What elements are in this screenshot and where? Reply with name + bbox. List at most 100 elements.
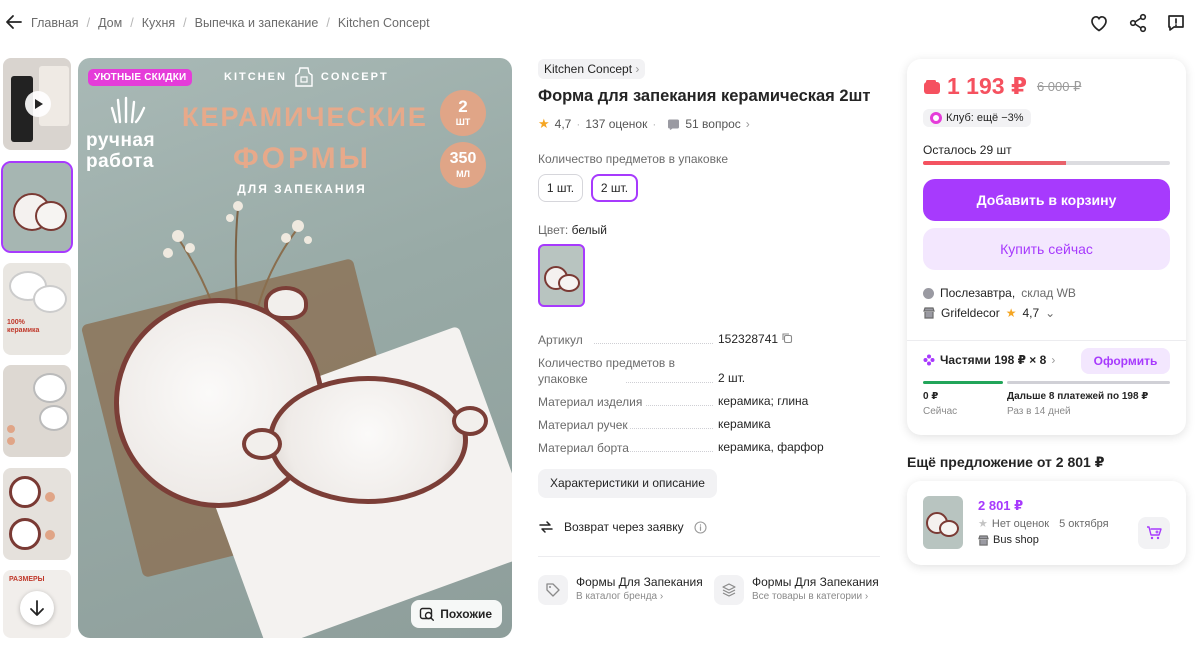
copy-icon[interactable] [781, 332, 793, 344]
club-text: Клуб: ещё −3% [946, 112, 1024, 124]
brand-link-subtitle: В каталог бренда › [576, 591, 664, 602]
divider [538, 556, 880, 557]
specs-description-button[interactable]: Характеристики и описание [538, 469, 717, 498]
qty-option[interactable]: 1 шт. [538, 174, 583, 202]
stock-bar-fill [923, 161, 1067, 165]
thumbnail-text: 100% керамика [7, 319, 40, 334]
chevron-down-icon: ⌄ [1045, 306, 1056, 320]
dot-separator: · [652, 117, 657, 131]
star-icon: ★ [1005, 306, 1017, 320]
qty-option-selected[interactable]: 2 шт. [591, 174, 638, 202]
chevron-right-icon: › [745, 117, 750, 131]
rating-row: ★ 4,7 · 137 оценок · 51 вопрос › [538, 116, 750, 132]
video-thumbnail[interactable] [3, 58, 71, 150]
brand-catalog-link[interactable]: Формы Для Запекания В каталог бренда › [538, 575, 703, 605]
handmade-line: ручная [86, 130, 156, 151]
color-value: белый [571, 223, 607, 237]
offer-shop-name: Bus shop [993, 534, 1039, 546]
cart-icon [1147, 526, 1162, 540]
color-label-row: Цвет: белый [538, 223, 607, 237]
thumbnail-1[interactable] [1, 161, 73, 253]
count-unit: ШТ [455, 117, 471, 127]
category-link-title: Формы Для Запекания [752, 575, 879, 589]
spec-value: керамика [718, 417, 771, 431]
volume-value: 350 [449, 150, 477, 167]
club-icon [930, 112, 942, 124]
spec-key: Материал борта [538, 441, 629, 455]
installments-row[interactable]: Частями 198 ₽ × 8 › [923, 353, 1055, 367]
spec-value: 2 шт. [718, 371, 746, 385]
headline-sub: ДЛЯ ЗАПЕКАНИЯ [237, 182, 367, 196]
seller-row[interactable]: Grifeldecor ★ 4,7 ⌄ [923, 306, 1055, 320]
info-icon[interactable] [694, 520, 707, 534]
spec-row: Материал борта керамика, фарфор [538, 440, 878, 456]
headline: ФОРМЫ [233, 142, 371, 175]
club-discount[interactable]: Клуб: ещё −3% [923, 109, 1031, 127]
layers-icon [714, 575, 744, 605]
qty-label: Количество предметов в упаковке [538, 152, 729, 166]
offer-shop-row: Bus shop [978, 534, 1039, 546]
delivery-date: Послезавтра, [940, 286, 1016, 300]
stock-bar [923, 161, 1170, 165]
return-icon [539, 521, 553, 533]
offer-no-ratings: Нет оценок [991, 517, 1050, 530]
play-icon[interactable] [25, 91, 51, 117]
product-title: Форма для запекания керамическая 2шт [538, 87, 871, 105]
brand-chip[interactable]: Kitchen Concept › [538, 59, 646, 79]
star-icon: ★ [978, 518, 988, 530]
apron-icon [295, 67, 313, 87]
main-product-image[interactable]: УЮТНЫЕ СКИДКИ KITCHEN CONCEPT ручная раб… [78, 58, 512, 638]
add-to-cart-button[interactable]: Добавить в корзину [923, 179, 1170, 221]
article-number: 152328741 [718, 332, 779, 346]
logo-text: CONCEPT [320, 71, 389, 83]
breadcrumb-item[interactable]: Главная [31, 16, 79, 30]
heart-icon[interactable] [1088, 12, 1110, 34]
buy-now-button[interactable]: Купить сейчас [923, 228, 1170, 270]
scroll-down-button[interactable] [20, 591, 54, 625]
current-price: 1 193 ₽ [947, 73, 1027, 99]
spec-value: керамика; глина [718, 394, 809, 408]
wallet-icon [924, 79, 940, 94]
report-icon[interactable] [1165, 12, 1187, 34]
other-offer-card[interactable]: 2 801 ₽ ★ Нет оценок 5 октября Bus shop [907, 481, 1186, 565]
pay-later-label: Раз в 14 дней [1007, 406, 1071, 417]
spec-row: Количество предметов в упаковке 2 шт. [538, 355, 878, 387]
delivery-row: Послезавтра, склад WB [923, 286, 1076, 300]
back-arrow-icon[interactable] [4, 12, 24, 32]
color-swatch-white[interactable] [538, 244, 585, 307]
star-icon: ★ [538, 116, 550, 131]
offer-rating-row: ★ Нет оценок 5 октября [978, 517, 1109, 531]
reviews-link[interactable]: 137 оценок [585, 117, 647, 131]
questions-link[interactable]: 51 вопрос [685, 117, 740, 131]
similar-button[interactable]: Похожие [411, 600, 502, 628]
brand-logo: KITCHEN CONCEPT [224, 66, 389, 88]
thumbnail-3[interactable] [3, 365, 71, 457]
handmade-label: ручная работа [86, 130, 155, 172]
top-bar: Главная / Дом / Кухня / Выпечка и запекание… [0, 0, 1200, 46]
category-link[interactable]: Формы Для Запекания Все товары в категор… [714, 575, 879, 605]
spec-value: керамика, фарфор [718, 440, 824, 454]
breadcrumb-item[interactable]: Дом [98, 16, 122, 30]
brand-link-title: Формы Для Запекания [576, 575, 703, 589]
breadcrumb-item[interactable]: Выпечка и запекание [195, 16, 319, 30]
installment-progress-now [923, 381, 1003, 384]
return-row: Возврат через заявку [538, 519, 707, 535]
brand-link-sub: В каталог бренда [576, 591, 658, 602]
search-similar-icon [420, 607, 435, 621]
dot-separator: · [576, 117, 581, 131]
breadcrumb-item[interactable]: Кухня [142, 16, 175, 30]
hand-icon [110, 96, 146, 124]
pay-now-label: Сейчас [923, 406, 958, 417]
spec-value: 152328741 [718, 332, 793, 346]
pay-now-amount: 0 ₽ [923, 391, 939, 402]
apply-installments-button[interactable]: Оформить [1081, 348, 1170, 374]
share-icon[interactable] [1127, 12, 1149, 34]
stock-remaining: Осталось 29 шт [923, 143, 1012, 157]
offer-add-to-cart-button[interactable] [1138, 517, 1170, 549]
thumbnail-2[interactable]: 100% керамика [3, 263, 71, 355]
thumbnail-4[interactable] [3, 468, 71, 560]
offer-thumbnail [923, 496, 963, 549]
breadcrumb-item[interactable]: Kitchen Concept [338, 16, 430, 30]
offer-price: 2 801 ₽ [978, 498, 1024, 513]
shop-icon [978, 534, 989, 546]
